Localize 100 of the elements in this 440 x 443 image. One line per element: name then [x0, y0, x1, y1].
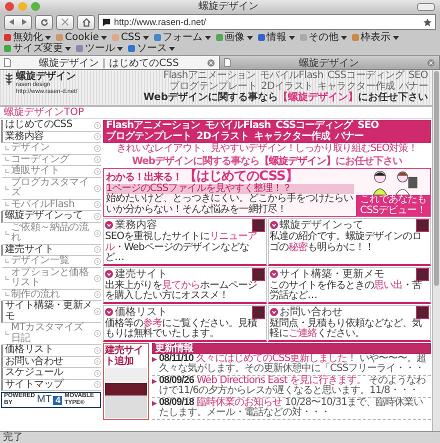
- news-link[interactable]: Web Directions East を見に行きます。: [196, 374, 366, 386]
- sidebar-link[interactable]: MTカスタマイズ日記: [1, 323, 101, 345]
- close-icon[interactable]: [207, 58, 215, 66]
- close-button[interactable]: [5, 2, 14, 11]
- star-icon[interactable]: [423, 18, 432, 26]
- circle-arrow-icon: [94, 168, 101, 175]
- toolbar-menu-button[interactable]: その他: [298, 32, 348, 43]
- toolbar-menu-button[interactable]: 画像: [214, 32, 254, 43]
- header-nav-link[interactable]: キャラクター作成: [317, 82, 395, 92]
- sidebar-link[interactable]: お問い合わせ: [1, 356, 101, 368]
- header-tagline: Webデザインに関する事なら【螺旋デザイン】にお任せ下さい: [143, 92, 428, 104]
- toolbar-menu-button[interactable]: ソース: [127, 43, 176, 54]
- header-nav-link[interactable]: SEO: [408, 71, 428, 82]
- bullet-icon: [270, 270, 278, 278]
- status-text: 完了: [3, 432, 23, 443]
- bullet-icon: [105, 270, 113, 278]
- css-guide-banner[interactable]: わかる！出来る！【はじめてのCSS】 1ページのCSSファイルを見やすく整理！？ 始めたいけど、とっつきにくい。どこから手をつけたらいいか分からない！そんな悩みを一網打尽！ これであなたもCSSデビュー！: [103, 168, 431, 217]
- reload-button[interactable]: [35, 14, 53, 30]
- toolbar-menu-button[interactable]: 無効化: [3, 32, 52, 43]
- circle-arrow-icon: [94, 291, 101, 298]
- sidebar-link[interactable]: モバイルFlash: [1, 200, 101, 211]
- card-title: 建売サイト: [105, 268, 250, 280]
- category-link[interactable]: CSSコーディング: [276, 121, 353, 132]
- back-forward-button[interactable]: [4, 14, 32, 30]
- sidebar-link[interactable]: はじめてのCSS: [1, 120, 101, 132]
- category-link[interactable]: SEO: [358, 121, 379, 132]
- sidebar-link[interactable]: 業務内容: [1, 132, 101, 143]
- sidebar-link[interactable]: オプションと価格リスト: [1, 268, 101, 290]
- screenshot-placeholder: [105, 368, 147, 418]
- sidebar-link[interactable]: スケジュール: [1, 368, 101, 380]
- sidebar-link[interactable]: 建売サイト: [1, 244, 101, 256]
- triangle-bullet-icon: [152, 400, 157, 406]
- service-card[interactable]: サイト構築・更新メモ このサイトを作るときの思い出・苦労話など…: [268, 266, 431, 304]
- sidebar-link[interactable]: ご依頼～納品の流れ: [1, 222, 101, 244]
- toolbar-menu-button[interactable]: 情報: [256, 32, 296, 43]
- zoom-button[interactable]: [31, 2, 40, 11]
- header-nav-link[interactable]: バナー: [398, 82, 428, 92]
- breadcrumb-link[interactable]: 螺旋デザインTOP: [4, 107, 84, 118]
- header-nav-link[interactable]: モバイルFlash: [260, 71, 324, 82]
- stop-button[interactable]: [56, 14, 74, 30]
- caret-icon: [392, 36, 399, 40]
- sidebar-link[interactable]: 螺旋デザインって: [1, 211, 101, 222]
- news-link[interactable]: 臨時休業のお知らせ: [196, 396, 282, 408]
- sidebar-link[interactable]: サイトマップ: [1, 380, 101, 391]
- header-nav-link[interactable]: CSSコーディング: [327, 71, 404, 82]
- card-description: 私達の紹介です。螺旋デザインのロゴの秘密も明らかに！！: [270, 232, 422, 253]
- service-card[interactable]: 価格リスト 価格等の参考にご覧ください。見積もりは無料でいたします。: [103, 304, 266, 342]
- circle-arrow-icon: [94, 156, 101, 164]
- circle-arrow-icon: [94, 358, 101, 366]
- toolbar-menu-button[interactable]: 枠表示: [350, 32, 400, 43]
- photo-placeholder: [252, 219, 264, 232]
- toolbar-menu-button[interactable]: Cookie: [55, 32, 108, 43]
- browser-tab[interactable]: 螺旋デザイン｜はじめてのCSS: [0, 56, 220, 69]
- banner-kicker: わかる！出来る！: [106, 172, 182, 183]
- category-link[interactable]: バナー: [334, 132, 364, 142]
- scrollbar[interactable]: [432, 70, 440, 431]
- caret-icon: [65, 46, 71, 50]
- card-title: お問い合わせ: [270, 306, 414, 318]
- address-field[interactable]: http://www.rasen-d.net/: [98, 14, 436, 30]
- new-site-card[interactable]: 建売サイト追加: [103, 342, 149, 420]
- service-card[interactable]: 業務内容 SEOを重視したサイトにリニューアル・Webページのデザインなどなど…: [103, 218, 266, 266]
- circle-arrow-icon: [94, 212, 101, 220]
- service-card[interactable]: 建売サイト 出来上がりを見てからホームページを購入したい方にオススメ！: [103, 266, 266, 304]
- browser-tab[interactable]: 螺旋デザイン: [220, 56, 440, 69]
- news-link[interactable]: 久々にはじめてのCSS更新しました！: [196, 352, 357, 364]
- sidebar-link[interactable]: サイト構築・更新メモ: [1, 301, 101, 323]
- home-button[interactable]: [77, 14, 95, 30]
- news-entry: 08/11/10 久々にはじめてのCSS更新しました！ いや〜〜〜。超久々な気がします。その更新休憩中に「CSSフリーライ・・・: [159, 354, 427, 374]
- sidebar-link[interactable]: 制作の流れ: [1, 290, 101, 301]
- category-link[interactable]: キャラクター作成: [254, 132, 330, 142]
- category-link[interactable]: 2Dイラスト: [196, 132, 249, 142]
- toolbar-toggle-button[interactable]: [417, 2, 435, 10]
- close-icon[interactable]: [427, 58, 435, 66]
- header-nav-link[interactable]: ブログテンプレート: [170, 82, 258, 92]
- service-card[interactable]: お問い合わせ 疑問点・見積もり依頼などなど、気軽にご連絡ください。: [268, 304, 431, 342]
- toolbar-menu-button[interactable]: CSS: [110, 32, 150, 43]
- circle-arrow-icon: [94, 258, 101, 265]
- sidebar-link[interactable]: コーディング: [1, 154, 101, 166]
- photo-placeholder: [416, 219, 429, 232]
- category-link[interactable]: ブログテンプレート: [106, 132, 192, 142]
- header-nav-link[interactable]: 2Dイラスト: [261, 82, 314, 92]
- sidebar-link[interactable]: 通販サイト: [1, 166, 101, 178]
- news-entry: 08/09/18 臨時休業のお知らせ 10/28〜10/31まで、臨時休業いたします。メール・電話などの対・・・: [159, 398, 424, 418]
- category-link[interactable]: Flashアニメーション: [106, 121, 200, 132]
- service-card[interactable]: 螺旋デザインって 私達の紹介です。螺旋デザインのロゴの秘密も明らかに！！: [268, 218, 431, 266]
- bullet-icon: [270, 308, 278, 316]
- sidebar-link[interactable]: ブログカスタマイズ: [1, 178, 101, 200]
- sidebar-link[interactable]: デザイン一覧: [1, 256, 101, 268]
- category-link[interactable]: モバイルFlash: [205, 121, 271, 132]
- header-nav-link[interactable]: Flashアニメーション: [163, 71, 256, 82]
- photo-placeholder: [416, 306, 429, 318]
- reload-icon: [40, 18, 48, 26]
- toolbar-menu-button[interactable]: フォーム: [152, 32, 212, 43]
- card-description: 価格等の参考にご覧ください。見積もりは無料でいたします。: [105, 318, 258, 340]
- toolbar-menu-button[interactable]: サイズ変更: [3, 43, 72, 54]
- bullet-icon: [270, 221, 278, 229]
- site-icon: [102, 18, 111, 26]
- toolbar-menu-button[interactable]: ツール: [75, 43, 124, 54]
- sidebar-link[interactable]: 価格リスト: [1, 345, 101, 356]
- sidebar-link[interactable]: デザイン: [1, 143, 101, 154]
